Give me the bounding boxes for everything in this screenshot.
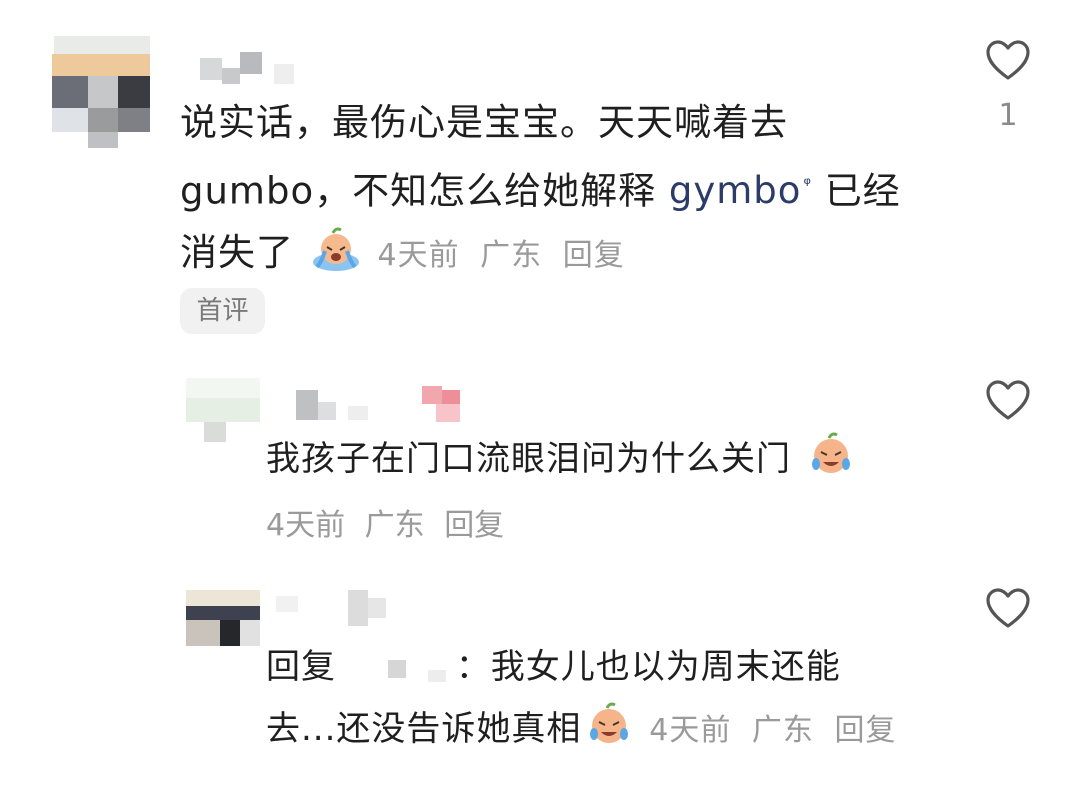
comment-body: 说实话，最伤心是宝宝。天天喊着去 gumbo，不知怎么给她解释 gymbo ᵠ 已… [180, 92, 940, 287]
comment-location: 广东 [480, 238, 543, 274]
username-blurred[interactable] [200, 52, 296, 84]
like-button[interactable] [984, 586, 1032, 634]
comment-line-1: 说实话，最伤心是宝宝。天天喊着去 [180, 101, 788, 144]
comment-meta: 4天前 广东 回复 [266, 500, 514, 544]
comment-location: 广东 [751, 713, 814, 748]
crying-emoji-icon [811, 432, 850, 473]
comment-line-3: 消失了 4天前 广东 回复 [180, 222, 940, 287]
comment-line-2-suffix: 已经 [824, 169, 901, 213]
heart-outline-icon[interactable] [984, 378, 1032, 422]
reply-prefix: 回复 [266, 647, 336, 687]
comment-body: 我孩子在门口流眼泪问为什么关门 [266, 428, 946, 490]
keyword-link[interactable]: gymbo ᵠ [669, 169, 812, 212]
reply-text-line-2: 去...还没告诉她真相 [266, 709, 582, 749]
reply-line-1: 回复 ：我女儿也以为周末还能 [266, 636, 966, 698]
comment-line-3-text: 消失了 [180, 231, 294, 275]
reply-button[interactable]: 回复 [563, 238, 625, 273]
avatar[interactable] [186, 590, 260, 646]
reply-button[interactable]: 回复 [834, 713, 896, 748]
like-button[interactable]: 1 [984, 38, 1032, 133]
mentioned-user-blurred[interactable] [348, 648, 456, 682]
avatar[interactable] [52, 36, 150, 148]
reply-text-line-1: ：我女儿也以为周末还能 [455, 647, 841, 687]
heart-outline-icon[interactable] [984, 38, 1032, 82]
comment-location: 广东 [364, 508, 425, 543]
search-icon[interactable]: ᵠ [803, 174, 811, 195]
username-blurred[interactable] [276, 590, 396, 630]
comment-text: 我孩子在门口流眼泪问为什么关门 [266, 439, 791, 479]
like-count: 1 [998, 98, 1018, 133]
first-comment-badge: 首评 [180, 288, 265, 334]
comment-time: 4天前 [377, 238, 460, 274]
keyword-link-text[interactable]: gymbo [669, 169, 802, 212]
comment-time: 4天前 [649, 713, 732, 748]
comment-body: 回复 ：我女儿也以为周末还能 去...还没告诉她真相 4天前 广东 回复 [266, 636, 966, 762]
reply-line-2: 去...还没告诉她真相 4天前 广东 回复 [266, 698, 966, 762]
crying-emoji-icon [590, 702, 629, 743]
reply-button[interactable]: 回复 [444, 508, 504, 543]
avatar[interactable] [186, 378, 260, 442]
like-button[interactable] [984, 378, 1032, 426]
crying-emoji-icon [312, 227, 359, 272]
comment-line-2-text: gumbo，不知怎么给她解释 [180, 169, 657, 213]
comment-time: 4天前 [266, 508, 346, 543]
comment-meta: 4天前 广东 回复 [378, 238, 635, 273]
heart-outline-icon[interactable] [984, 586, 1032, 630]
comment-line-2: gumbo，不知怎么给她解释 gymbo ᵠ 已经 [180, 154, 940, 222]
comment-meta: 4天前 广东 回复 [649, 713, 906, 748]
username-blurred[interactable] [296, 386, 486, 422]
